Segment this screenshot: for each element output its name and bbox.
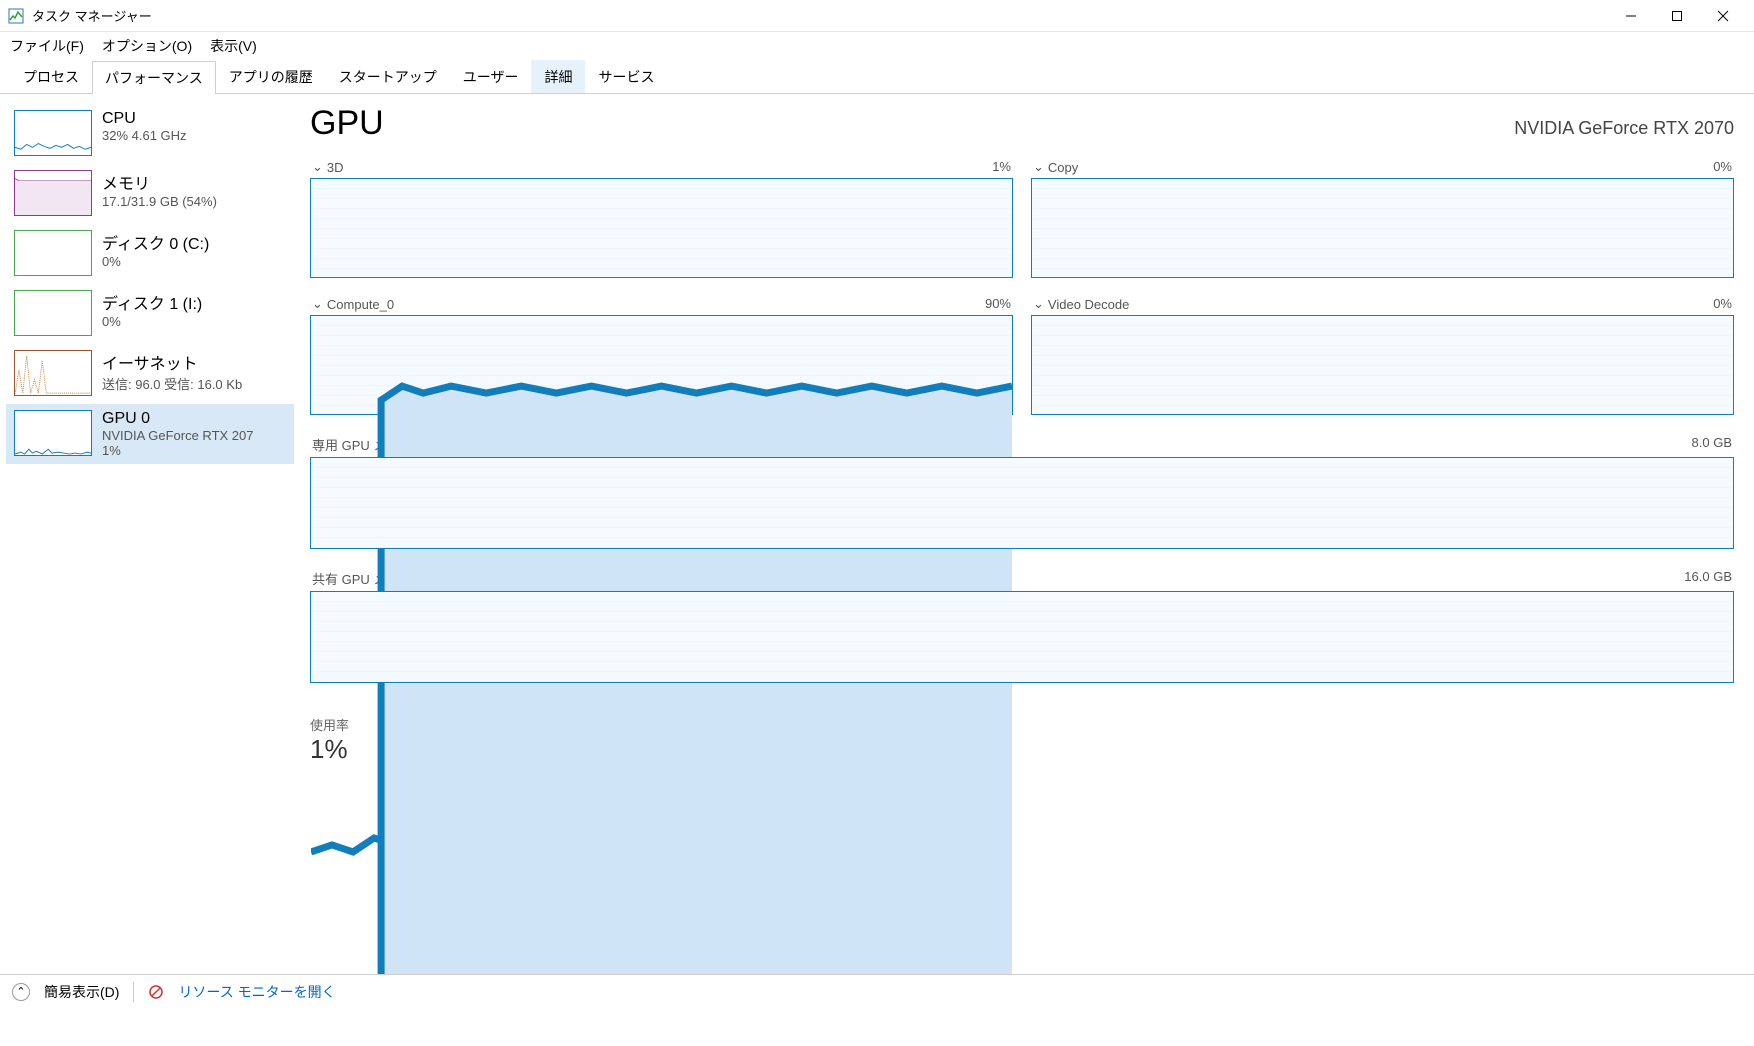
- tab-users[interactable]: ユーザー: [450, 60, 532, 93]
- page-title: GPU: [310, 104, 384, 143]
- gpu-thumb: [14, 410, 92, 456]
- sidebar-item-cpu[interactable]: CPU 32% 4.61 GHz: [6, 104, 294, 162]
- sidebar-item-memory[interactable]: メモリ 17.1/31.9 GB (54%): [6, 164, 294, 222]
- sidebar-item-disk0[interactable]: ディスク 0 (C:) 0%: [6, 224, 294, 282]
- resource-monitor-link[interactable]: リソース モニターを開く: [178, 982, 335, 1002]
- minimize-button[interactable]: [1608, 0, 1654, 32]
- sidebar-disk0-sub: 0%: [102, 254, 209, 269]
- sidebar-gpu-title: GPU 0: [102, 410, 254, 428]
- memory-thumb: [14, 170, 92, 216]
- sidebar-disk1-title: ディスク 1 (I:): [102, 290, 202, 314]
- sidebar-item-gpu0[interactable]: GPU 0 NVIDIA GeForce RTX 207 1%: [6, 404, 294, 464]
- main-panel: GPU NVIDIA GeForce RTX 2070 ⌄ 3D 1% ⌄ Copy…: [300, 94, 1754, 974]
- task-manager-icon: [8, 8, 24, 24]
- chart-vdec-label: Video Decode: [1048, 297, 1129, 312]
- chart-copy-value: 0%: [1713, 159, 1732, 175]
- chart-vdec-box: [1031, 315, 1734, 415]
- maximize-button[interactable]: [1654, 0, 1700, 32]
- chart-copy[interactable]: ⌄ Copy 0%: [1031, 159, 1734, 278]
- tabs: プロセス パフォーマンス アプリの履歴 スタートアップ ユーザー 詳細 サービス: [0, 60, 1754, 94]
- titlebar: タスク マネージャー: [0, 0, 1754, 32]
- chart-copy-label: Copy: [1048, 160, 1078, 175]
- chart-video-decode[interactable]: ⌄ Video Decode 0%: [1031, 296, 1734, 415]
- chart-compute-box: [310, 315, 1013, 415]
- tab-processes[interactable]: プロセス: [10, 60, 92, 93]
- divider: [133, 982, 134, 1002]
- sidebar-gpu-sub1: NVIDIA GeForce RTX 207: [102, 428, 254, 443]
- window-title: タスク マネージャー: [32, 6, 152, 25]
- tab-performance[interactable]: パフォーマンス: [92, 61, 216, 94]
- chevron-up-icon[interactable]: ⌃: [12, 983, 30, 1001]
- sidebar-item-ethernet[interactable]: イーサネット 送信: 96.0 受信: 16.0 Kb: [6, 344, 294, 402]
- disk0-thumb: [14, 230, 92, 276]
- device-name: NVIDIA GeForce RTX 2070: [1514, 118, 1734, 139]
- tab-startup[interactable]: スタートアップ: [326, 60, 450, 93]
- sidebar-cpu-title: CPU: [102, 110, 187, 128]
- chevron-down-icon: ⌄: [312, 159, 323, 175]
- ethernet-thumb: [14, 350, 92, 396]
- tab-services[interactable]: サービス: [585, 60, 667, 93]
- maximize-icon: [1671, 10, 1683, 22]
- close-icon: [1717, 10, 1729, 22]
- shared-mem-box: [310, 591, 1734, 683]
- menubar: ファイル(F) オプション(O) 表示(V): [0, 32, 1754, 60]
- menu-view[interactable]: 表示(V): [210, 36, 257, 56]
- sidebar-memory-sub: 17.1/31.9 GB (54%): [102, 194, 217, 209]
- chevron-down-icon: ⌄: [1033, 159, 1044, 175]
- resource-monitor-icon: [148, 984, 164, 1000]
- dedicated-mem-box: [310, 457, 1734, 549]
- sidebar-item-disk1[interactable]: ディスク 1 (I:) 0%: [6, 284, 294, 342]
- sidebar-ethernet-title: イーサネット: [102, 350, 242, 374]
- chart-vdec-value: 0%: [1713, 296, 1732, 312]
- sidebar: CPU 32% 4.61 GHz メモリ 17.1/31.9 GB (54%) …: [0, 94, 300, 974]
- chart-3d[interactable]: ⌄ 3D 1%: [310, 159, 1013, 278]
- simple-view-button[interactable]: 簡易表示(D): [44, 982, 119, 1002]
- statusbar: ⌃ 簡易表示(D) リソース モニターを開く: [0, 974, 1754, 1008]
- menu-options[interactable]: オプション(O): [102, 36, 192, 56]
- sidebar-disk1-sub: 0%: [102, 314, 202, 329]
- dedicated-mem-max: 8.0 GB: [1692, 435, 1732, 454]
- menu-file[interactable]: ファイル(F): [10, 36, 84, 56]
- minimize-icon: [1625, 10, 1637, 22]
- chevron-down-icon: ⌄: [1033, 296, 1044, 312]
- sidebar-memory-title: メモリ: [102, 170, 217, 194]
- sidebar-gpu-sub2: 1%: [102, 443, 254, 458]
- tab-app-history[interactable]: アプリの履歴: [216, 60, 326, 93]
- sidebar-ethernet-sub: 送信: 96.0 受信: 16.0 Kb: [102, 374, 242, 393]
- cpu-thumb: [14, 110, 92, 156]
- sidebar-cpu-sub: 32% 4.61 GHz: [102, 128, 187, 143]
- chart-3d-value: 1%: [992, 159, 1011, 175]
- chart-3d-box: [310, 178, 1013, 278]
- sidebar-disk0-title: ディスク 0 (C:): [102, 230, 209, 254]
- close-button[interactable]: [1700, 0, 1746, 32]
- tab-details[interactable]: 詳細: [531, 60, 585, 93]
- chart-3d-label: 3D: [327, 160, 344, 175]
- disk1-thumb: [14, 290, 92, 336]
- chart-copy-box: [1031, 178, 1734, 278]
